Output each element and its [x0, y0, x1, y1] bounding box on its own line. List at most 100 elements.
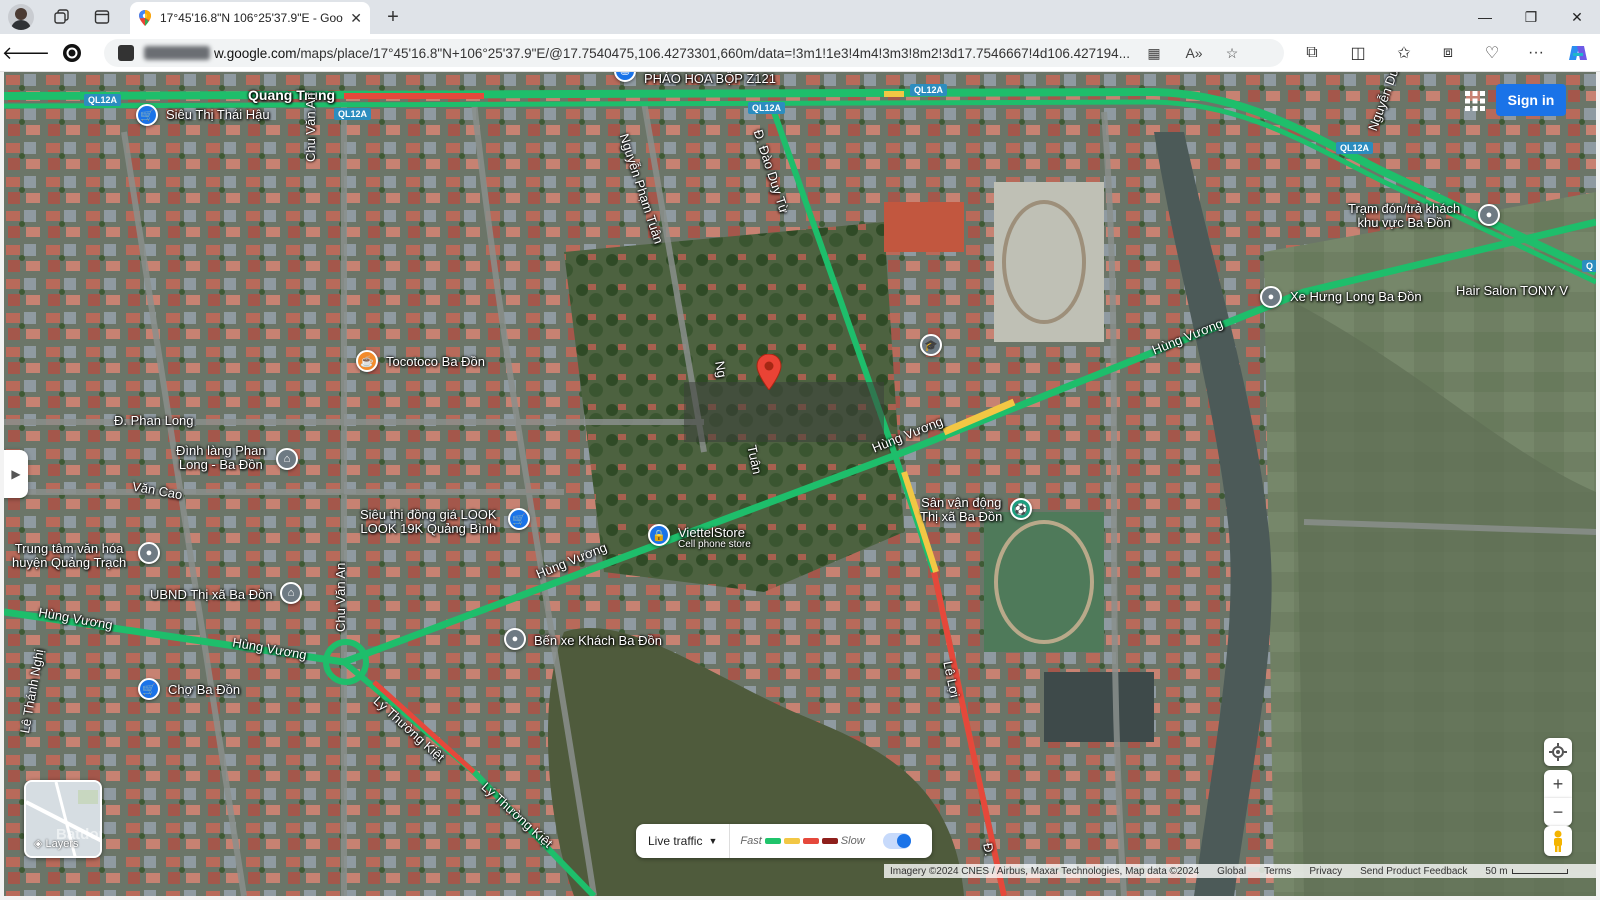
layers-icon: ◈ — [34, 838, 43, 850]
government-building-icon[interactable]: ⌂ — [280, 582, 302, 604]
url-text[interactable]: w.google.com/maps/place/17°45'16.8"N+106… — [214, 46, 1130, 61]
highway-shield: QL12A — [1336, 142, 1374, 154]
sign-in-button[interactable]: Sign in — [1496, 84, 1566, 116]
collections-icon[interactable]: ⧈ — [1436, 42, 1460, 64]
restore-button[interactable]: ❐ — [1508, 0, 1554, 34]
highway-shield: QL12A — [84, 94, 122, 106]
tab-actions-icon[interactable] — [88, 5, 116, 29]
temple-icon[interactable]: ⌂ — [276, 448, 298, 470]
place-label-hair-salon[interactable]: Hair Salon TONY V — [1456, 284, 1568, 298]
settings-more-icon[interactable]: ··· — [1524, 42, 1548, 64]
tab-title: 17°45'16.8"N 106°25'37.9"E - Goo — [160, 11, 343, 25]
transport-pin-icon[interactable]: ● — [1260, 286, 1282, 308]
refresh-button[interactable] — [58, 40, 86, 66]
browser-essentials-icon[interactable]: ♡ — [1480, 42, 1504, 64]
live-traffic-label: Live traffic — [648, 834, 703, 848]
highway-shield: QL12A — [334, 108, 372, 120]
shopping-cart-icon[interactable]: 🛒 — [136, 104, 158, 126]
place-label-tram-don[interactable]: Trạm đón/trả khách khu vực Ba Đồn — [1348, 202, 1460, 229]
place-label-xe-hung-long[interactable]: Xe Hưng Long Ba Đồn — [1290, 290, 1422, 304]
copilot-icon[interactable] — [1566, 42, 1590, 64]
new-tab-button[interactable]: + — [380, 5, 406, 29]
expand-side-panel-button[interactable]: ▶ — [4, 450, 28, 498]
chevron-down-icon: ▼ — [708, 836, 718, 846]
place-label-ubnd[interactable]: UBND Thị xã Ba Đồn — [150, 588, 273, 602]
highway-shield: Q — [1582, 260, 1596, 272]
road-label-quang-trung: Quang Trung — [248, 87, 336, 103]
place-label-viettel-store[interactable]: ViettelStore Cell phone store — [678, 526, 751, 550]
highway-shield: QL12A — [748, 102, 786, 114]
privacy-link[interactable]: Privacy — [1309, 866, 1342, 877]
shopping-cart-icon[interactable]: 🛒 — [138, 678, 160, 700]
address-bar[interactable]: w.google.com/maps/place/17°45'16.8"N+106… — [104, 39, 1284, 67]
map-canvas[interactable]: QL12A QL12A QL12A QL12A QL12A Q Quang Tr… — [4, 72, 1596, 896]
global-link[interactable]: Global — [1217, 866, 1246, 877]
street-view-pegman-icon[interactable] — [1544, 826, 1572, 856]
place-label-phao-hoa[interactable]: PHÁO HOA BỘP Z121 — [644, 72, 776, 86]
traffic-legend: Live traffic ▼ Fast Slow — [636, 824, 932, 858]
minimize-button[interactable]: — — [1462, 0, 1508, 34]
road-label-phan-long: Đ. Phan Long — [114, 413, 194, 428]
place-label-ben-xe[interactable]: Bến xe Khách Ba Đồn — [534, 634, 662, 648]
school-icon[interactable]: 🎓 — [920, 334, 942, 356]
extensions-icon[interactable]: ⧉ — [1300, 42, 1324, 64]
send-feedback-link[interactable]: Send Product Feedback — [1360, 866, 1467, 877]
crosshair-icon — [1549, 743, 1567, 761]
place-label-dinh-lang[interactable]: Đình làng Phan Long - Ba Đồn — [176, 444, 266, 471]
toolbar: 🡐 w.google.com/maps/place/17°45'16.8"N+1… — [0, 34, 1600, 72]
favorites-icon[interactable]: ✩ — [1392, 42, 1416, 64]
read-aloud-icon[interactable]: A» — [1184, 44, 1204, 62]
store-bag-icon[interactable]: 🔒 — [648, 524, 670, 546]
traffic-swatch — [764, 838, 781, 844]
zoom-in-button[interactable]: + — [1544, 770, 1572, 798]
scale-indicator[interactable]: 50 m — [1485, 866, 1568, 877]
scale-bar — [1511, 868, 1568, 874]
tab-close-icon[interactable]: ✕ — [350, 10, 362, 27]
fast-label: Fast — [740, 835, 762, 847]
slow-label: Slow — [840, 835, 865, 847]
place-label-san-van-dong[interactable]: Sân vận động Thị xã Ba Đồn — [920, 496, 1002, 523]
site-info-icon[interactable] — [118, 45, 134, 61]
my-location-button[interactable] — [1544, 738, 1572, 766]
maps-favicon-icon — [139, 10, 151, 26]
road-label-chu-van-an: Chu Văn An — [303, 92, 318, 162]
road-label-fragment: Ng — [712, 359, 730, 379]
tab-strip: 17°45'16.8"N 106°25'37.9"E - Goo ✕ + — ❐… — [0, 0, 1600, 34]
favorite-star-icon[interactable]: ☆ — [1222, 44, 1242, 62]
traffic-swatch — [783, 838, 800, 844]
close-window-button[interactable]: ✕ — [1554, 0, 1600, 34]
place-label-cho-ba-don[interactable]: Chợ Ba Đồn — [168, 683, 240, 697]
shopping-cart-icon[interactable]: 🛒 — [508, 508, 530, 530]
terms-link[interactable]: Terms — [1264, 866, 1291, 877]
traffic-swatch — [802, 838, 819, 844]
road-label-d: Đ. — [980, 841, 998, 858]
traffic-swatch — [821, 838, 838, 844]
tab-google-maps[interactable]: 17°45'16.8"N 106°25'37.9"E - Goo ✕ — [130, 2, 370, 34]
bus-station-pin-icon[interactable]: ● — [504, 628, 526, 650]
road-label-chu-van-an-south: Chu Văn An — [333, 562, 348, 632]
app-available-icon[interactable]: ▦ — [1144, 44, 1164, 62]
place-label-trung-tam-van-hoa[interactable]: Trung tâm văn hóa huyện Quảng Trạch — [12, 542, 126, 569]
place-label-look-store[interactable]: Siêu thị đồng giá LOOK LOOK 19K Quảng Bìn… — [360, 508, 497, 535]
split-screen-icon[interactable]: ◫ — [1346, 42, 1370, 64]
cafe-icon[interactable]: ☕ — [356, 350, 378, 372]
layers-label: Layers — [45, 838, 79, 850]
location-pin-icon[interactable] — [756, 354, 782, 390]
workspaces-icon[interactable] — [48, 5, 76, 29]
imagery-attribution: Imagery ©2024 CNES / Airbus, Maxar Techn… — [890, 865, 1200, 877]
highway-shield: QL12A — [910, 84, 948, 96]
google-apps-icon[interactable] — [1464, 90, 1486, 112]
back-button[interactable]: 🡐 — [2, 40, 50, 66]
landmark-pin-icon[interactable]: ● — [138, 542, 160, 564]
traffic-speed-scale: Fast Slow — [730, 835, 874, 847]
traffic-toggle[interactable] — [882, 833, 911, 849]
bus-stop-pin-icon[interactable]: ● — [1478, 204, 1500, 226]
place-label-sieu-thi-thai-hau[interactable]: Siêu Thị Thái Hậu — [166, 108, 270, 122]
stadium-icon[interactable]: ⚽ — [1010, 498, 1032, 520]
place-label-tocotoco[interactable]: Tocotoco Ba Đồn — [386, 355, 485, 369]
zoom-out-button[interactable]: − — [1544, 798, 1572, 826]
live-traffic-dropdown[interactable]: Live traffic ▼ — [636, 824, 731, 858]
layers-button[interactable]: Batdongsan ◈ Layers — [24, 780, 102, 858]
profile-avatar[interactable] — [8, 4, 34, 30]
map-footer: Imagery ©2024 CNES / Airbus, Maxar Techn… — [884, 864, 1596, 878]
